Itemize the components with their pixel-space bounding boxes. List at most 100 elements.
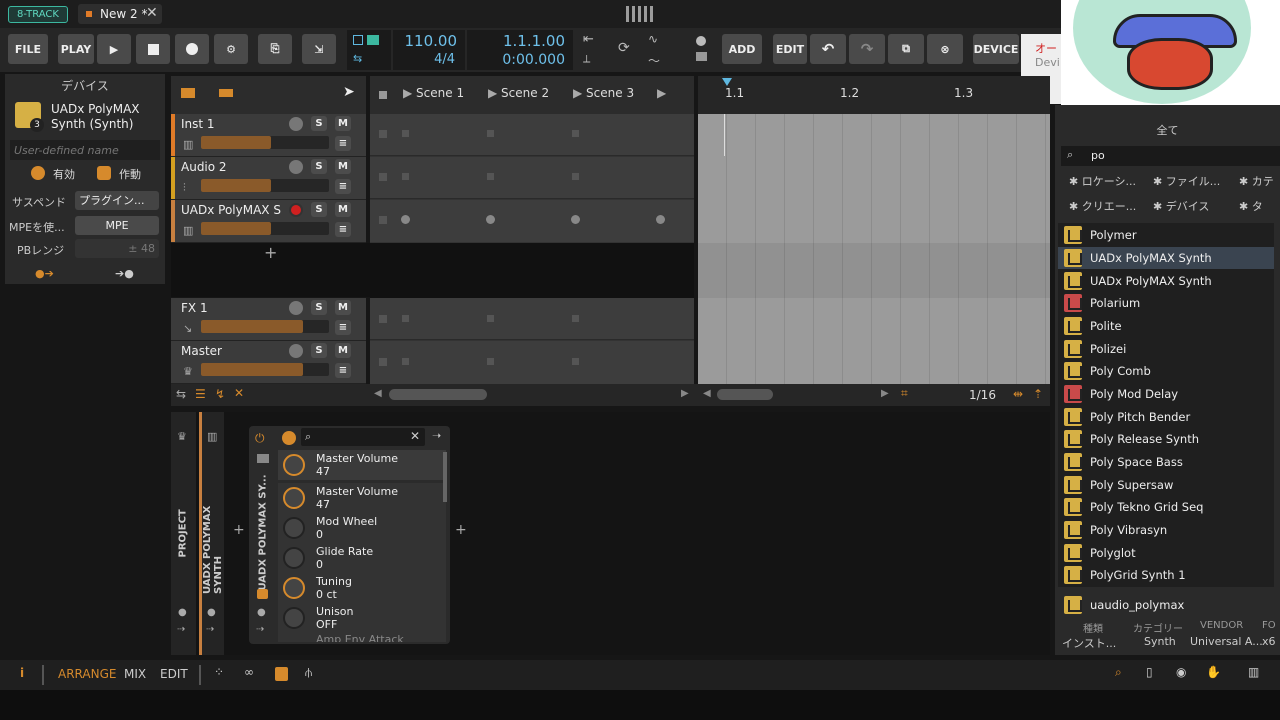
slot[interactable] <box>487 358 494 365</box>
stop-button[interactable] <box>136 34 170 64</box>
slot[interactable] <box>572 173 579 180</box>
layout-icon[interactable] <box>275 667 288 681</box>
stop-all-icon[interactable] <box>379 91 387 99</box>
scene-3[interactable]: ▶ Scene 3 <box>573 86 634 100</box>
clear-icon[interactable]: ✕ <box>234 386 244 400</box>
clear-search-icon[interactable]: ✕ <box>410 429 420 443</box>
zoom-icon[interactable]: ⇡ <box>1033 387 1043 401</box>
solo-button[interactable]: S <box>311 159 327 174</box>
play-button[interactable]: ▶ <box>97 34 131 64</box>
timeline-scrollbar[interactable] <box>717 389 773 400</box>
arrange-tab[interactable]: ARRANGE <box>58 667 116 681</box>
slot[interactable] <box>402 315 409 322</box>
mode-badge[interactable]: 8-TRACK <box>8 6 68 23</box>
record-slot[interactable] <box>571 215 580 224</box>
volume-slider[interactable] <box>201 179 329 192</box>
slot[interactable] <box>487 130 494 137</box>
track-inst-1[interactable]: Inst 1 S M ▥ ≡ <box>171 114 366 157</box>
file-button[interactable]: FILE <box>8 34 48 64</box>
knob[interactable] <box>283 577 305 599</box>
param-mod-wheel[interactable]: Mod Wheel 0 <box>278 513 446 543</box>
add-track-icon[interactable]: + <box>264 243 277 262</box>
undo-button[interactable]: ↶ <box>810 34 846 64</box>
knob[interactable] <box>283 547 305 569</box>
track-menu-button[interactable]: ≡ <box>335 320 351 335</box>
result-item[interactable]: Polizei <box>1058 338 1274 360</box>
dots-icon[interactable]: ⁘ <box>214 665 224 679</box>
track-io-icon[interactable]: ⇢ <box>206 624 214 635</box>
result-item[interactable]: Poly Pitch Bender <box>1058 406 1274 428</box>
playhead-marker[interactable] <box>722 78 732 86</box>
result-item[interactable]: Polarium <box>1058 292 1274 314</box>
position-display[interactable]: 1.1.1.00 0:00.000 <box>467 30 573 70</box>
solo-button[interactable]: S <box>311 116 327 131</box>
param-glide-rate[interactable]: Glide Rate 0 <box>278 543 446 573</box>
param-tuning[interactable]: Tuning 0 ct <box>278 573 446 603</box>
metronome-icon[interactable] <box>353 35 363 45</box>
project-column[interactable]: ♛ PROJECT ● ⇢ <box>171 412 196 655</box>
param-master-volume[interactable]: Master Volume 47 <box>278 483 446 513</box>
record-slot[interactable] <box>656 215 665 224</box>
solo-button[interactable]: S <box>311 202 327 217</box>
track-column[interactable]: ▥ UADX POLYMAX SYNTH ● ⇢ <box>199 412 224 655</box>
clip-slots-row-1[interactable] <box>370 114 694 156</box>
stop-slot[interactable] <box>379 173 387 181</box>
edit-tab[interactable]: EDIT <box>160 667 188 681</box>
follow-icon[interactable]: ⇤ <box>583 32 594 47</box>
stop-slot[interactable] <box>379 216 387 224</box>
file-icon[interactable]: ▯ <box>1146 665 1153 679</box>
record-arm-button[interactable] <box>289 301 303 315</box>
result-item[interactable]: Poly Release Synth <box>1058 428 1274 450</box>
preview-item[interactable]: uaudio_polymax <box>1058 594 1274 616</box>
timeline-ruler[interactable]: 1.1 1.2 1.3 <box>698 76 1050 114</box>
list-icon[interactable]: ☰ <box>195 387 206 401</box>
grid-menu-icon[interactable] <box>626 6 654 22</box>
add-button[interactable]: ADD <box>722 34 762 64</box>
slot[interactable] <box>402 358 409 365</box>
redo-button[interactable]: ↷ <box>849 34 885 64</box>
scroll-right-icon[interactable]: ▶ <box>681 388 689 399</box>
grid-value[interactable]: 1/16 <box>969 388 996 402</box>
record-arm-button[interactable] <box>289 344 303 358</box>
shuffle-icon[interactable]: ⇆ <box>353 52 362 65</box>
mpe-button[interactable]: MPE <box>75 216 159 235</box>
insert-device-after-icon[interactable]: + <box>455 522 467 538</box>
param-amp-env-attack[interactable]: Amp Env Attack <box>278 633 446 642</box>
edit-button[interactable]: EDIT <box>773 34 807 64</box>
result-item[interactable]: Poly Comb <box>1058 360 1274 382</box>
zoom-fit-icon[interactable]: ⇹ <box>1013 387 1023 401</box>
record-slot[interactable] <box>401 215 410 224</box>
crossfade-icon[interactable]: ∿ <box>648 32 658 46</box>
keyboard-icon[interactable]: ▥ <box>1248 665 1259 679</box>
slot[interactable] <box>572 315 579 322</box>
launcher-scrollbar[interactable] <box>389 389 487 400</box>
browser-heading[interactable]: 全て <box>1055 122 1280 138</box>
solo-button[interactable]: S <box>311 343 327 358</box>
info-icon[interactable]: i <box>20 666 24 680</box>
track-menu-button[interactable]: ≡ <box>335 136 351 151</box>
device-power-icon[interactable]: ⏻ <box>255 431 269 445</box>
knob[interactable] <box>283 517 305 539</box>
slot[interactable] <box>487 173 494 180</box>
track-menu-button[interactable]: ≡ <box>335 222 351 237</box>
fill-icon[interactable]: 〜 <box>648 52 660 69</box>
user-name-field[interactable] <box>10 140 160 160</box>
stop-slot[interactable] <box>379 130 387 138</box>
arrange-timeline[interactable] <box>698 114 1050 384</box>
clip-slots-row-2[interactable] <box>370 157 694 199</box>
note-out-icon[interactable]: ➔● <box>115 267 134 280</box>
hand-icon[interactable]: ✋ <box>1206 665 1221 679</box>
punch-button[interactable]: ⇲ <box>302 34 336 64</box>
volume-slider[interactable] <box>201 222 329 235</box>
wrap-icon[interactable]: ↯ <box>215 387 225 401</box>
result-item[interactable]: Poly Mod Delay <box>1058 383 1274 405</box>
mixer-icon[interactable]: ⫛ <box>305 665 312 680</box>
result-item[interactable]: Poly Space Bass <box>1058 451 1274 473</box>
knob[interactable] <box>283 487 305 509</box>
cue-folder-icon[interactable] <box>696 52 707 61</box>
play-menu-button[interactable]: PLAY <box>58 34 94 64</box>
remote-controls-icon[interactable] <box>282 431 296 445</box>
track-menu-button[interactable]: ≡ <box>335 179 351 194</box>
result-item[interactable]: Poly Supersaw <box>1058 474 1274 496</box>
loop-icon[interactable]: ⟳ <box>618 40 630 56</box>
